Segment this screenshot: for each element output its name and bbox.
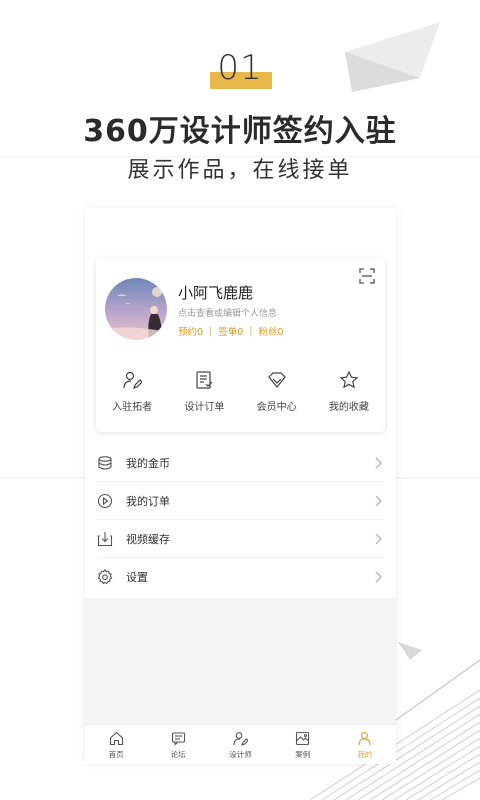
- quick-action-orders[interactable]: 设计订单: [168, 370, 240, 422]
- chevron-right-icon: [375, 571, 382, 583]
- quick-actions: 入驻拓者 设计订单 会员中心 我的收藏: [96, 370, 385, 422]
- user-icon: [358, 731, 372, 746]
- bottom-tab-bar: 首页 论坛 设计师 案例 我的: [85, 724, 396, 764]
- tab-cases[interactable]: 案例: [272, 725, 334, 764]
- user-edit-hint[interactable]: 点击查看或编辑个人信息: [178, 306, 277, 319]
- diamond-icon: [267, 372, 286, 388]
- case-icon: [296, 731, 310, 746]
- avatar-illustration: [105, 287, 167, 340]
- user-stats: 预约0 | 签单0 | 粉丝0: [178, 324, 284, 339]
- menu-item-label: 视频缓存: [126, 533, 170, 546]
- quick-action-favorites[interactable]: 我的收藏: [313, 370, 385, 422]
- star-icon: [339, 370, 359, 389]
- profile-card[interactable]: 小阿飞鹿鹿 点击查看或编辑个人信息 预约0 | 签单0 | 粉丝0 入驻拓者 设…: [96, 258, 385, 432]
- menu-item-orders[interactable]: 我的订单: [85, 482, 396, 520]
- stat-fans[interactable]: 粉丝0: [259, 324, 284, 338]
- menu-item-label: 设置: [126, 571, 148, 584]
- menu-item-settings[interactable]: 设置: [85, 558, 396, 596]
- tab-forum[interactable]: 论坛: [147, 725, 209, 764]
- hero-title: 360万设计师签约入驻: [83, 114, 397, 149]
- download-icon: [97, 532, 113, 547]
- quick-action-join[interactable]: 入驻拓者: [96, 370, 168, 422]
- gear-icon: [97, 569, 113, 585]
- user-name[interactable]: 小阿飞鹿鹿: [178, 282, 253, 303]
- forum-icon: [171, 732, 185, 746]
- menu-item-coins[interactable]: 我的金币: [85, 444, 396, 482]
- tab-mine[interactable]: 我的: [334, 725, 396, 764]
- quick-action-label: 设计订单: [184, 402, 225, 413]
- tab-label: 案例: [295, 750, 311, 759]
- hero-number-block: 01: [0, 48, 480, 96]
- tab-designer[interactable]: 设计师: [209, 725, 271, 764]
- coins-icon: [98, 456, 112, 470]
- quick-action-label: 会员中心: [256, 402, 297, 413]
- tab-label: 论坛: [170, 750, 186, 759]
- settings-menu: 我的金币 我的订单 视频缓存 设置: [85, 444, 396, 596]
- quick-action-membership[interactable]: 会员中心: [241, 370, 313, 422]
- quick-action-label: 我的收藏: [328, 402, 369, 413]
- avatar[interactable]: [105, 278, 167, 340]
- tab-label: 首页: [108, 750, 124, 759]
- stat-signed[interactable]: 签单0: [218, 324, 243, 338]
- menu-item-label: 我的订单: [126, 495, 170, 508]
- menu-item-video-cache[interactable]: 视频缓存: [85, 520, 396, 558]
- play-circle-icon: [97, 493, 113, 509]
- hero-subtitle: 展示作品，在线接单: [127, 158, 353, 183]
- hero-number: 01: [217, 48, 263, 88]
- tab-home[interactable]: 首页: [85, 725, 147, 764]
- designer-icon: [233, 732, 248, 746]
- tab-label: 设计师: [229, 750, 252, 759]
- stat-appointments[interactable]: 预约0: [178, 324, 203, 338]
- order-doc-icon: [196, 371, 213, 389]
- chevron-right-icon: [375, 495, 382, 507]
- quick-action-label: 入驻拓者: [112, 402, 153, 413]
- chevron-right-icon: [375, 533, 382, 545]
- chevron-right-icon: [375, 457, 382, 469]
- tab-label: 我的: [357, 750, 373, 759]
- stat-separator: |: [249, 325, 253, 337]
- home-icon: [109, 731, 123, 746]
- stat-separator: |: [209, 325, 213, 337]
- menu-item-label: 我的金币: [126, 457, 170, 470]
- scan-icon[interactable]: [359, 268, 375, 284]
- phone-screen: 小阿飞鹿鹿 点击查看或编辑个人信息 预约0 | 签单0 | 粉丝0 入驻拓者 设…: [85, 208, 396, 764]
- user-edit-icon: [123, 371, 143, 389]
